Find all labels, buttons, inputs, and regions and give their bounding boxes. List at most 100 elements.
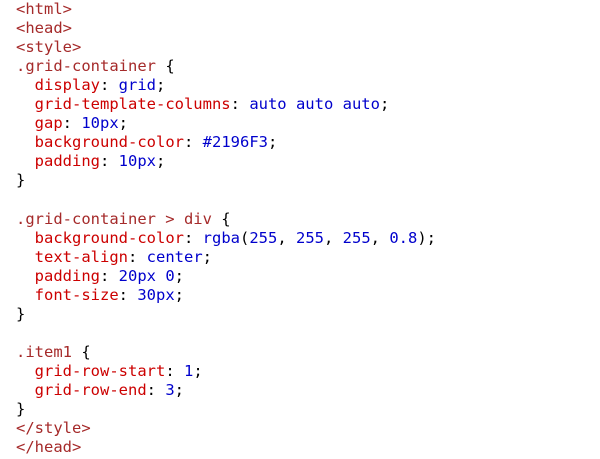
code-token-val: auto auto auto (249, 95, 380, 114)
code-line: } (16, 400, 600, 419)
code-token-punct: { (211, 209, 231, 228)
code-line: .item1 { (16, 343, 600, 362)
code-token-punct: : (165, 361, 184, 380)
code-token-punct (16, 114, 35, 132)
code-token-val: 20px 0 (118, 266, 175, 285)
code-token-punct: , (324, 228, 343, 247)
code-token-prop: padding (34, 152, 100, 171)
code-line: font-size: 30px; (16, 286, 600, 305)
code-token-tag: <style> (16, 38, 82, 57)
code-token-prop: grid-row-end (34, 380, 147, 399)
code-token-prop: padding (34, 266, 100, 285)
code-token-punct (16, 152, 35, 170)
code-token-punct: ; (174, 266, 185, 285)
code-line: padding: 10px; (16, 152, 600, 171)
code-token-punct (16, 362, 35, 380)
code-token-punct: : (183, 133, 203, 152)
code-token-prop: grid-template-columns (34, 95, 231, 114)
code-token-punct: : (100, 266, 119, 285)
code-line: text-align: center; (16, 248, 600, 267)
code-token-punct: : (146, 380, 166, 399)
code-token-val: 30px (137, 285, 175, 304)
code-token-punct: ; (267, 133, 278, 152)
code-token-punct (16, 76, 35, 94)
code-token-sel: .item1 (16, 342, 72, 361)
code-token-punct: ; (193, 361, 203, 380)
code-token-punct (16, 286, 35, 304)
code-line: } (16, 171, 600, 190)
code-token-punct: } (16, 399, 26, 418)
code-text-area[interactable]: <html> <head> <style> .grid-container { dis… (16, 0, 600, 457)
code-token-punct: ; (156, 152, 166, 171)
code-token-punct: ; (379, 95, 390, 114)
code-token-val: 3 (165, 380, 175, 399)
code-token-punct: : (100, 76, 119, 95)
code-token-sel: .grid-container > div (16, 209, 212, 228)
code-token-prop: font-size (34, 285, 119, 304)
code-token-val: 10px (81, 114, 119, 133)
code-line: <head> (16, 19, 600, 38)
code-token-val: 255 (296, 228, 324, 247)
code-line: gap: 10px; (16, 114, 600, 133)
code-token-punct: } (16, 171, 26, 190)
code-line: } (16, 305, 600, 324)
code-token-tag: </style> (16, 419, 91, 438)
code-token-punct: ; (118, 114, 129, 133)
code-token-val: #2196F3 (202, 133, 268, 152)
code-token-tag: <html> (16, 0, 72, 18)
code-line: <html> (16, 0, 600, 19)
code-line: grid-row-end: 3; (16, 381, 600, 400)
code-token-val: 255 (342, 228, 371, 247)
code-token-prop: display (34, 76, 100, 95)
code-token-punct: , (277, 228, 296, 247)
code-line: </style> (16, 419, 600, 438)
code-token-punct: , (370, 228, 390, 247)
code-token-punct: ; (202, 247, 213, 266)
code-line: padding: 20px 0; (16, 267, 600, 286)
code-token-punct: : (118, 285, 138, 304)
code-line: display: grid; (16, 76, 600, 95)
code-token-punct (16, 248, 35, 266)
code-token-punct: { (155, 57, 175, 76)
code-token-punct (16, 95, 35, 113)
code-token-punct: ); (417, 228, 437, 247)
code-token-punct: : (128, 247, 147, 266)
code-line: grid-row-start: 1; (16, 362, 600, 381)
code-token-prop: grid-row-start (34, 361, 166, 380)
code-token-tag: </head> (16, 438, 82, 457)
code-line: grid-template-columns: auto auto auto; (16, 95, 600, 114)
code-token-prop: text-align (34, 247, 128, 266)
code-token-punct: ( (239, 228, 250, 247)
code-line: background-color: #2196F3; (16, 133, 600, 152)
code-line: background-color: rgba(255, 255, 255, 0.… (16, 229, 600, 248)
code-token-val: grid (118, 76, 156, 95)
code-token-val: 10px (118, 152, 156, 171)
code-token-prop: background-color (34, 228, 184, 247)
code-token-punct: : (230, 95, 250, 114)
code-editor[interactable]: <html> <head> <style> .grid-container { dis… (0, 0, 600, 459)
code-token-val: 255 (249, 228, 278, 247)
code-token-val: 1 (184, 361, 194, 380)
code-line: </head> (16, 438, 600, 457)
code-token-punct (16, 229, 35, 247)
code-token-prop: gap (34, 114, 63, 133)
code-token-val: rgba (202, 228, 240, 247)
code-token-val: center (146, 247, 203, 266)
code-token-punct: : (62, 114, 82, 133)
code-token-punct (16, 133, 35, 151)
code-token-prop: background-color (34, 133, 184, 152)
code-line: .grid-container { (16, 57, 600, 76)
code-token-punct: ; (174, 285, 185, 304)
code-token-punct: } (16, 304, 26, 323)
code-line: <style> (16, 38, 600, 57)
code-token-punct (16, 267, 35, 285)
code-token-punct (16, 381, 35, 399)
code-token-punct: { (72, 342, 91, 361)
code-token-sel: .grid-container (16, 57, 156, 76)
code-token-punct: ; (156, 76, 166, 95)
code-token-punct: : (100, 152, 119, 171)
code-token-val: 0.8 (389, 228, 418, 247)
code-line: .grid-container > div { (16, 210, 600, 229)
